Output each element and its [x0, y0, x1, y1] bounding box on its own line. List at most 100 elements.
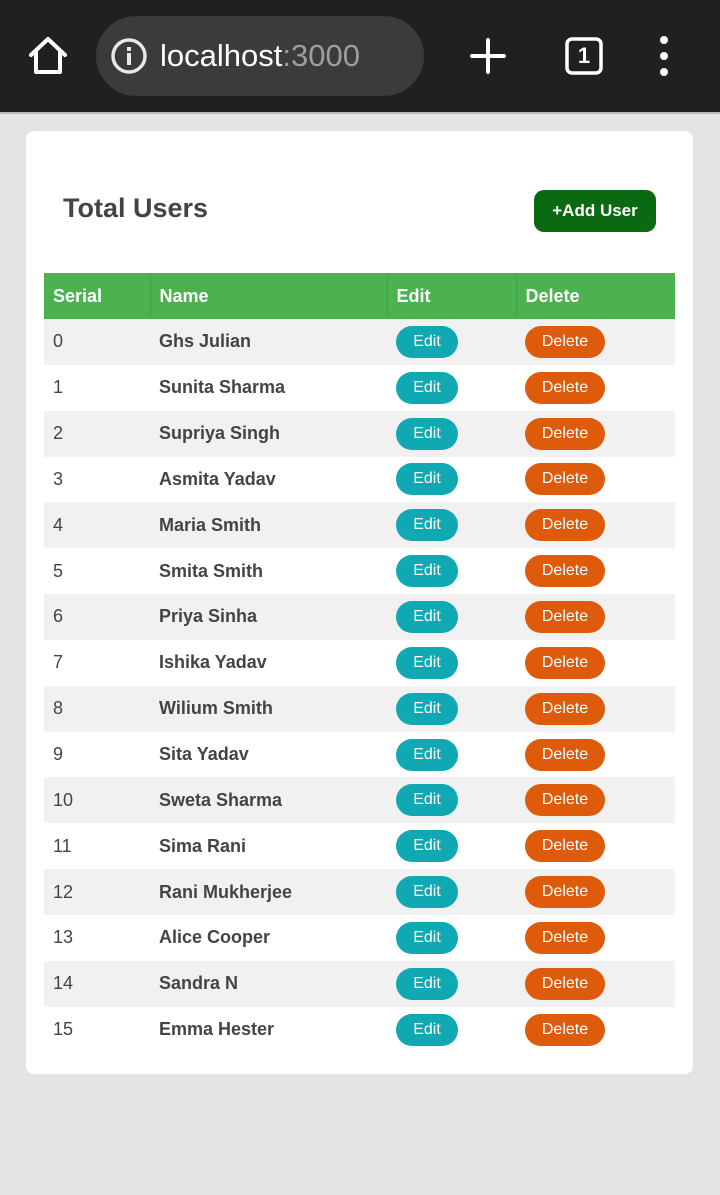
delete-button[interactable]: Delete	[525, 784, 605, 817]
delete-cell: Delete	[516, 869, 675, 915]
delete-button[interactable]: Delete	[525, 417, 605, 450]
serial-cell: 0	[44, 319, 150, 365]
delete-button[interactable]: Delete	[525, 646, 605, 679]
edit-button[interactable]: Edit	[396, 509, 458, 542]
name-cell: Sweta Sharma	[150, 777, 387, 824]
plus-icon[interactable]	[468, 36, 508, 76]
serial-cell: 14	[44, 960, 150, 1007]
url-text[interactable]: localhost:3000	[160, 36, 360, 76]
edit-button[interactable]: Edit	[396, 876, 458, 909]
edit-cell: Edit	[387, 685, 516, 732]
table-row: 10 Sweta Sharma Edit Delete	[44, 777, 675, 824]
table-body: 0 Ghs Julian Edit Delete 1 Sunita Sharma Edit D…	[44, 319, 675, 1053]
delete-cell: Delete	[516, 364, 675, 411]
edit-button[interactable]: Edit	[396, 738, 458, 771]
edit-button[interactable]: Edit	[396, 830, 458, 863]
edit-button[interactable]: Edit	[396, 371, 458, 404]
delete-cell: Delete	[516, 502, 675, 549]
serial-cell: 15	[44, 1006, 150, 1053]
table-row: 7 Ishika Yadav Edit Delete	[44, 639, 675, 686]
edit-cell: Edit	[387, 319, 516, 365]
table-row: 2 Supriya Singh Edit Delete	[44, 410, 675, 457]
delete-button[interactable]: Delete	[525, 371, 605, 404]
add-user-button[interactable]: +Add User	[534, 190, 656, 232]
name-cell: Priya Sinha	[150, 594, 387, 640]
name-cell: Emma Hester	[150, 1006, 387, 1053]
edit-button[interactable]: Edit	[396, 1013, 458, 1046]
delete-cell: Delete	[516, 456, 675, 503]
name-cell: Sandra N	[150, 960, 387, 1007]
edit-cell: Edit	[387, 456, 516, 503]
serial-cell: 3	[44, 456, 150, 503]
delete-button[interactable]: Delete	[525, 830, 605, 863]
name-cell: Ishika Yadav	[150, 639, 387, 686]
serial-cell: 12	[44, 869, 150, 915]
edit-button[interactable]: Edit	[396, 325, 458, 358]
edit-cell: Edit	[387, 960, 516, 1007]
url-port: :3000	[282, 38, 360, 73]
serial-cell: 2	[44, 410, 150, 457]
column-header-edit: Edit	[387, 273, 517, 319]
delete-button[interactable]: Delete	[525, 463, 605, 496]
name-cell: Sita Yadav	[150, 731, 387, 778]
delete-cell: Delete	[516, 823, 675, 870]
table-row: 5 Smita Smith Edit Delete	[44, 548, 675, 595]
table-row: 11 Sima Rani Edit Delete	[44, 823, 675, 870]
serial-cell: 9	[44, 731, 150, 778]
name-cell: Rani Mukherjee	[150, 869, 387, 915]
toolbar-divider	[0, 112, 720, 114]
edit-button[interactable]: Edit	[396, 463, 458, 496]
edit-button[interactable]: Edit	[396, 692, 458, 725]
delete-button[interactable]: Delete	[525, 325, 605, 358]
delete-cell: Delete	[516, 548, 675, 595]
tab-switcher-icon[interactable]: 1	[564, 36, 604, 76]
table-row: 4 Maria Smith Edit Delete	[44, 502, 675, 549]
edit-button[interactable]: Edit	[396, 646, 458, 679]
delete-button[interactable]: Delete	[525, 967, 605, 1000]
name-cell: Alice Cooper	[150, 914, 387, 961]
address-bar[interactable]: localhost:3000	[96, 16, 424, 96]
edit-button[interactable]: Edit	[396, 555, 458, 588]
delete-button[interactable]: Delete	[525, 509, 605, 542]
info-icon[interactable]	[110, 37, 148, 75]
table-row: 14 Sandra N Edit Delete	[44, 960, 675, 1007]
users-table: Serial Name Edit Delete 0 Ghs Julian Edit D…	[44, 273, 675, 1053]
name-cell: Asmita Yadav	[150, 456, 387, 503]
name-cell: Maria Smith	[150, 502, 387, 549]
edit-button[interactable]: Edit	[396, 600, 458, 633]
home-icon[interactable]	[26, 34, 70, 78]
edit-button[interactable]: Edit	[396, 921, 458, 954]
edit-cell: Edit	[387, 410, 516, 457]
table-row: 12 Rani Mukherjee Edit Delete	[44, 869, 675, 915]
delete-cell: Delete	[516, 1006, 675, 1053]
table-row: 9 Sita Yadav Edit Delete	[44, 731, 675, 778]
serial-cell: 13	[44, 914, 150, 961]
delete-cell: Delete	[516, 685, 675, 732]
serial-cell: 8	[44, 685, 150, 732]
more-vert-icon[interactable]	[648, 34, 680, 78]
edit-button[interactable]: Edit	[396, 784, 458, 817]
delete-button[interactable]: Delete	[525, 738, 605, 771]
delete-button[interactable]: Delete	[525, 555, 605, 588]
serial-cell: 5	[44, 548, 150, 595]
column-header-name: Name	[150, 273, 388, 319]
delete-button[interactable]: Delete	[525, 876, 605, 909]
page-title: Total Users	[63, 193, 209, 223]
edit-cell: Edit	[387, 548, 516, 595]
edit-button[interactable]: Edit	[396, 417, 458, 450]
delete-button[interactable]: Delete	[525, 600, 605, 633]
name-cell: Ghs Julian	[150, 319, 387, 365]
users-card: Total Users +Add User Serial Name Edit D…	[26, 131, 693, 1074]
delete-cell: Delete	[516, 777, 675, 824]
delete-button[interactable]: Delete	[525, 1013, 605, 1046]
delete-button[interactable]: Delete	[525, 921, 605, 954]
edit-button[interactable]: Edit	[396, 967, 458, 1000]
serial-cell: 7	[44, 639, 150, 686]
tab-count: 1	[577, 43, 591, 68]
delete-cell: Delete	[516, 319, 675, 365]
edit-cell: Edit	[387, 502, 516, 549]
browser-toolbar: localhost:3000 1	[0, 0, 720, 114]
serial-cell: 6	[44, 594, 150, 640]
delete-button[interactable]: Delete	[525, 692, 605, 725]
serial-cell: 11	[44, 823, 150, 870]
